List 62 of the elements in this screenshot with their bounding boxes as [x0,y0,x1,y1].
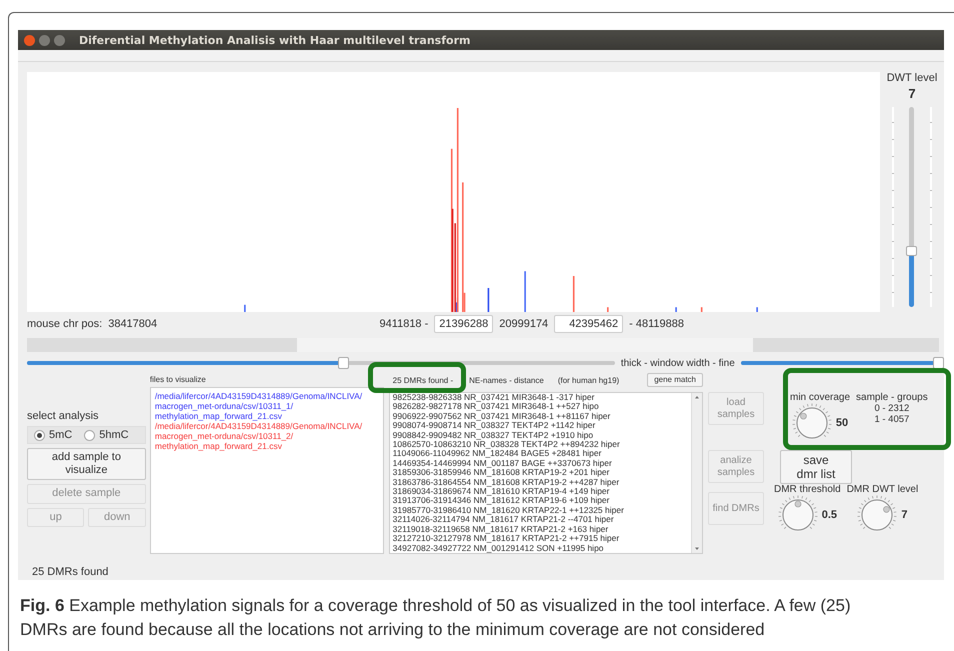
dmr-row[interactable]: 32114026-32114794 NM_181617 KRTAP21-2 --4701 hiper [392,515,688,525]
range-end: - 48119888 [629,318,684,330]
knob-label: DMR threshold [774,484,841,495]
figure-caption: Fig. 6 Example methylation signals for a coverage threshold of 50 as visualized in the tool interface. A few (25) DMRs are found because all the locations not arriving to the minimum coverage are not considered [20,595,852,641]
input-field[interactable]: 42395462 [554,315,624,333]
button[interactable]: add sample to visualize [27,448,146,480]
dmr-row[interactable]: 31869034-31869674 NM_181610 KRTAP19-4 +149 hiper [392,487,688,496]
close-icon[interactable] [24,34,35,46]
position-value: 38417804 [108,318,158,330]
dmr-row[interactable]: 10862570-10863210 NR_038328 TEKT4P2 ++894232 hiper [392,440,688,450]
knob-value: 50 [836,417,848,429]
sample-groups-title: sample - groups [856,392,928,403]
dmr-row[interactable]: 9826282-9827178 NR_037421 MIR3648-1 ++527 hipo [392,402,688,412]
knob-value: 7 [901,509,908,521]
window-width-label: thick - window width - fine [620,358,735,368]
dmr-row[interactable]: 14469354-14469994 NM_001187 BAGE ++3370673 hiper [392,458,688,468]
window-title: Diferential Methylation Analisis with Haar multilevel transform [79,34,470,46]
files-label: files to visualize [150,375,207,386]
minimize-icon[interactable] [39,34,50,46]
button[interactable]: save dmr list [780,450,852,484]
radio-option[interactable]: 5mC [34,429,72,441]
range-start: 9411818 - [380,318,428,330]
genome-label: (for human hg19) [558,376,620,384]
knob-label: DMR DWT level [846,484,918,495]
dmr-row[interactable]: 31859306-31859946 NM_181608 KRTAP19-2 +201 hiper [392,468,688,478]
columns-label: NE-names - distance [469,376,544,384]
sample-group: 0 - 2312 [874,403,910,414]
signal-spike [572,276,575,312]
gene-match-button[interactable]: gene match [647,373,703,387]
sample-group: 1 - 4057 [874,414,910,425]
radio-option[interactable]: 5hmC [84,429,129,441]
input-field[interactable]: 21396288 [434,315,494,333]
select-analysis-label: select analysis [27,410,100,422]
slider-thumb[interactable] [933,357,944,369]
dmr-row[interactable]: 31985770-31986410 NM_181620 KRTAP22-1 ++12325 hiper [392,506,688,516]
dwt-level-value: 7 [908,86,916,101]
slider-thumb[interactable] [338,357,350,369]
slider-thumb[interactable] [906,246,917,256]
dmr-row[interactable]: 34927082-34927722 NM_001291412 SON +11995 hipo [392,544,688,553]
file-path[interactable]: /media/lifercor/4AD43159D4314889/Genoma/INCLIVA/ macrogen_met-orduna/csv/10311_2/ methylation_map_forward_21.csv [154,421,379,451]
dmr-row[interactable]: 32119018-32119658 NM_181617 KRTAP21-2 +163 hiper [392,524,688,534]
knob-value: 0.5 [822,509,837,521]
dmr-row[interactable]: 11049066-11049962 NM_182484 BAGE5 +28481 hiper [392,449,688,459]
knob-label: min coverage [790,392,850,403]
scrollbar[interactable] [691,393,702,553]
file-path[interactable]: /media/lifercor/4AD43159D4314889/Genoma/INCLIVA/ macrogen_met-orduna/csv/10311_1/ methylation_map_forward_21.csv [154,391,379,421]
dmr-row[interactable]: 31913706-31914346 NM_181612 KRTAP19-6 +109 hiper [392,496,688,506]
dmr-row[interactable]: 9825238-9826338 NR_037421 MIR3648-1 -317 hiper [392,393,688,402]
dmr-row[interactable]: 9908842-9909482 NR_038327 TEKT4P2 +1910 hipo [392,430,688,440]
status-text: 25 DMRs found [31,566,110,578]
slider[interactable] [27,357,615,369]
dmr-row[interactable]: 32127210-32127978 NM_181617 KRTAP21-2 ++7915 hiper [392,534,688,544]
slider[interactable] [740,357,944,369]
range-value: 20999174 [499,318,548,330]
dwt-level-slider[interactable] [890,105,934,309]
position-label: mouse chr pos: [27,318,102,330]
maximize-icon[interactable] [54,34,65,46]
dwt-level-label: DWT level [886,72,938,84]
dmr-row[interactable]: 9908074-9908714 NR_038327 TEKT4P2 +1142 hiper [392,421,688,431]
dmr-row[interactable]: 31863786-31864554 NM_181608 KRTAP19-2 ++4287 hiper [392,478,688,488]
dmr-row[interactable]: 9906922-9907562 NR_037421 MIR3648-1 ++81167 hiper [392,412,688,422]
dmr-count-label: 25 DMRs found - [392,376,454,384]
